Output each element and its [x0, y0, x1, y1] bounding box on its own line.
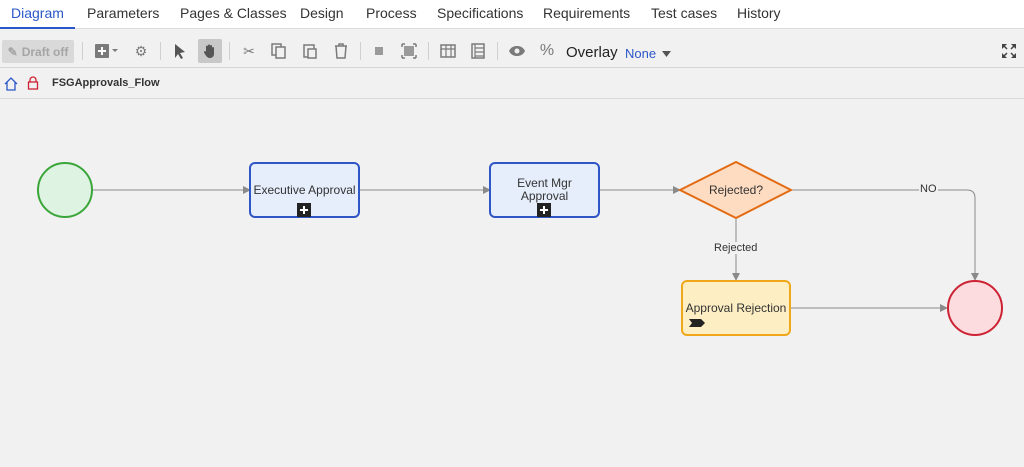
select-tool-button[interactable]	[168, 39, 192, 63]
toolbar-divider	[360, 42, 361, 60]
tab-requirements[interactable]: Requirements	[543, 0, 630, 29]
tab-history[interactable]: History	[737, 0, 781, 29]
expand-button[interactable]	[397, 39, 421, 63]
diagram-canvas[interactable]: Executive Approval Event Mgr Approval Re…	[0, 100, 1024, 467]
scissors-icon: ✂	[243, 42, 255, 59]
toolbar-divider	[229, 42, 230, 60]
toolbar-divider	[428, 42, 429, 60]
cursor-arrow-icon	[175, 44, 185, 59]
toolbar-divider	[497, 42, 498, 60]
rejected-decision-label: Rejected?	[708, 183, 764, 197]
toolbar-divider	[82, 42, 83, 60]
hand-icon	[203, 44, 214, 58]
breadcrumb: FSGApprovals_Flow	[0, 70, 1024, 99]
lock-icon[interactable]	[27, 76, 39, 91]
shrink-icon	[375, 47, 383, 55]
flow-diagram	[37, 160, 1003, 336]
approval-rejection-label: Approval Rejection	[685, 301, 787, 315]
settings-button[interactable]: ⚙	[129, 39, 153, 63]
tab-test-cases[interactable]: Test cases	[651, 0, 717, 29]
gear-icon: ⚙	[134, 42, 148, 59]
cut-button[interactable]: ✂	[237, 39, 261, 63]
eye-icon	[509, 46, 525, 56]
percent-icon: %	[539, 42, 555, 59]
paste-button[interactable]	[298, 39, 322, 63]
show-hide-button[interactable]	[505, 39, 529, 63]
expand-icon	[401, 43, 417, 59]
draft-toggle-button[interactable]: ✎ Draft off	[2, 40, 74, 63]
table-view-button[interactable]	[436, 39, 460, 63]
percentage-button[interactable]: %	[535, 39, 559, 63]
end-event[interactable]	[947, 280, 1003, 336]
start-event[interactable]	[37, 162, 93, 218]
caret-down-icon	[662, 50, 672, 57]
edge-label-rejected: Rejected	[713, 242, 759, 254]
tab-design[interactable]: Design	[300, 0, 344, 29]
add-shape-button[interactable]	[91, 39, 121, 63]
tab-diagram[interactable]: Diagram	[0, 0, 75, 29]
tab-bar: Diagram Parameters Pages & Classes Desig…	[0, 0, 1024, 29]
delete-button[interactable]	[329, 39, 353, 63]
edge-label-no: NO	[919, 183, 938, 195]
tab-process[interactable]: Process	[366, 0, 417, 29]
overlay-label: Overlay	[566, 44, 618, 61]
executive-approval-label: Executive Approval	[253, 183, 356, 197]
trash-icon	[335, 43, 347, 59]
diagram-toolbar: ✎ Draft off ⚙ ✂ % Overlay None	[0, 36, 1024, 68]
event-mgr-approval-label: Event Mgr Approval	[517, 176, 572, 203]
copy-icon	[271, 43, 286, 59]
add-shape-icon	[95, 44, 118, 58]
fullscreen-icon	[1002, 44, 1016, 58]
toolbar-divider	[160, 42, 161, 60]
shrink-button[interactable]	[367, 39, 391, 63]
tab-parameters[interactable]: Parameters	[87, 0, 159, 29]
list-icon	[471, 43, 485, 59]
pencil-icon: ✎	[7, 44, 18, 59]
paste-icon	[303, 44, 317, 59]
draft-label: Draft off	[21, 44, 69, 59]
home-icon[interactable]	[4, 77, 18, 91]
pan-tool-button[interactable]	[198, 39, 222, 63]
connector-decision-no-to-end[interactable]	[791, 189, 979, 281]
table-icon	[440, 44, 456, 58]
fullscreen-button[interactable]	[997, 39, 1021, 63]
tab-specifications[interactable]: Specifications	[437, 0, 523, 29]
flow-title: FSGApprovals_Flow	[52, 77, 160, 89]
list-view-button[interactable]	[466, 39, 490, 63]
overlay-value: None	[625, 46, 657, 61]
tab-pages-classes[interactable]: Pages & Classes	[180, 0, 287, 29]
overlay-dropdown[interactable]: None	[625, 46, 672, 61]
copy-button[interactable]	[267, 39, 291, 63]
